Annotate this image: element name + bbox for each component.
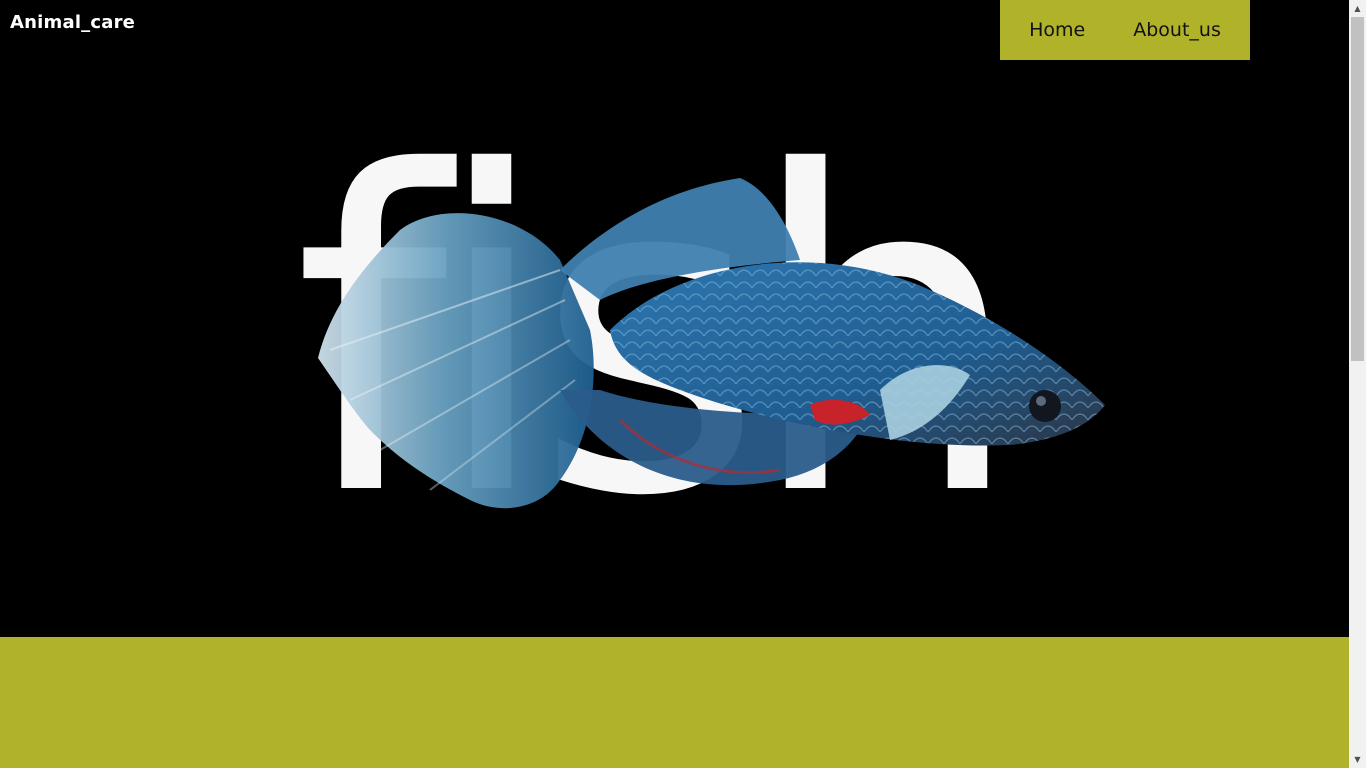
scroll-thumb[interactable] — [1351, 17, 1364, 361]
hero-slider: fish — [0, 60, 1349, 637]
page-scrollbar[interactable]: ▲ ▼ — [1349, 0, 1366, 768]
scroll-down-icon[interactable]: ▼ — [1349, 751, 1366, 768]
scroll-up-icon[interactable]: ▲ — [1349, 0, 1366, 17]
nav-about-link[interactable]: About_us — [1109, 19, 1245, 41]
olive-content-band — [0, 637, 1349, 768]
nav-home-link[interactable]: Home — [1005, 19, 1109, 41]
main-nav: Home About_us — [1000, 0, 1250, 60]
hero-slide-image: fish — [293, 80, 1105, 592]
page: Animal_care Home About_us fish — [0, 0, 1349, 768]
brand-logo-text[interactable]: Animal_care — [10, 12, 135, 33]
